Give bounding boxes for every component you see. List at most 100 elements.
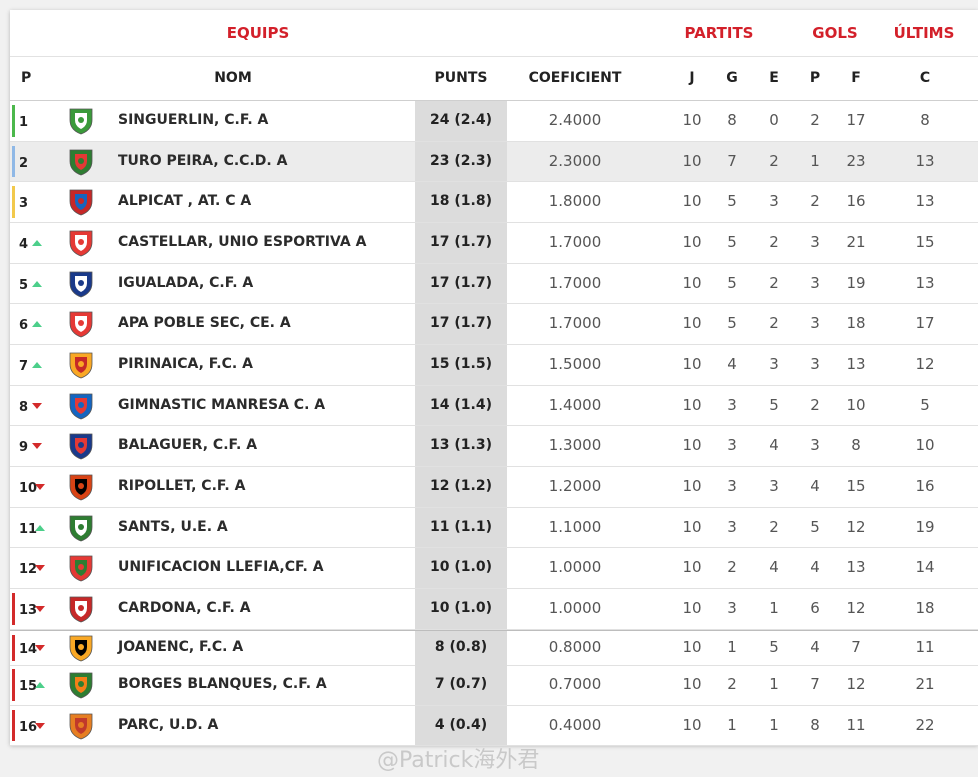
team-name[interactable]: PARC, U.D. A <box>118 717 218 733</box>
col-coefficient[interactable]: COEFICIENT <box>529 70 622 86</box>
group-gols: GOLS <box>812 24 858 42</box>
table-row[interactable]: 2 TURO PEIRA, C.C.D. A 23 (2.3) 2.3000 10 7 2 1… <box>10 142 978 182</box>
col-points[interactable]: PUNTS <box>435 70 488 86</box>
zone-indicator <box>12 186 15 218</box>
parc-crest <box>66 711 96 741</box>
points-cell: 12 (1.2) <box>415 467 507 507</box>
goals-for-value: 16 <box>846 192 866 210</box>
lost-value: 2 <box>810 192 820 210</box>
goals-for-value: 19 <box>846 274 866 292</box>
apa-poble-sec-crest <box>66 309 96 339</box>
team-name[interactable]: TURO PEIRA, C.C.D. A <box>118 153 287 169</box>
team-name[interactable]: IGUALADA, C.F. A <box>118 275 253 291</box>
table-row[interactable]: 12 UNIFICACION LLEFIA,CF. A 10 (1.0) 1.0000… <box>10 548 978 589</box>
won-value: 3 <box>727 477 737 495</box>
points-cell: 13 (1.3) <box>415 426 507 466</box>
col-won[interactable]: G <box>726 70 738 86</box>
arrow-down-icon <box>32 403 42 409</box>
col-name[interactable]: NOM <box>214 70 252 86</box>
table-row[interactable]: 1 SINGUERLIN, C.F. A 24 (2.4) 2.4000 10 8 0 2 17… <box>10 101 978 142</box>
drawn-value: 2 <box>769 233 779 251</box>
watermark: @Patrick海外君 <box>377 748 540 773</box>
team-name[interactable]: SANTS, U.E. A <box>118 519 228 535</box>
team-name[interactable]: SINGUERLIN, C.F. A <box>118 112 268 128</box>
points-value: 14 (1.4) <box>430 397 492 413</box>
points-value: 13 (1.3) <box>430 437 492 453</box>
group-partits: PARTITS <box>684 24 754 42</box>
won-value: 5 <box>727 274 737 292</box>
goals-against-value: 15 <box>915 233 935 251</box>
points-value: 15 (1.5) <box>430 356 492 372</box>
goals-against-value: 11 <box>915 638 935 656</box>
table-row[interactable]: 6 APA POBLE SEC, CE. A 17 (1.7) 1.7000 10 5 2 3… <box>10 304 978 345</box>
col-goals-for[interactable]: F <box>851 70 861 86</box>
lost-value: 3 <box>810 355 820 373</box>
col-lost[interactable]: P <box>810 70 820 86</box>
table-row[interactable]: 3 ALPICAT , AT. C A 18 (1.8) 1.8000 10 5 3 2 16 1… <box>10 182 978 223</box>
team-name[interactable]: BORGES BLANQUES, C.F. A <box>118 676 327 692</box>
played-value: 10 <box>682 274 702 292</box>
castellar-crest <box>66 228 96 258</box>
lost-value: 6 <box>810 599 820 617</box>
table-row[interactable]: 14 JOANENC, F.C. A8 (0.8) 0.8000 10 1 5 4 7 11 <box>10 630 978 666</box>
coefficient-value: 2.3000 <box>548 152 602 170</box>
team-name[interactable]: BALAGUER, C.F. A <box>118 437 257 453</box>
played-value: 10 <box>682 355 702 373</box>
table-row[interactable]: 10 RIPOLLET, C.F. A 12 (1.2) 1.2000 10 3 3 4 15 1… <box>10 467 978 508</box>
points-value: 8 (0.8) <box>434 639 488 655</box>
goals-against-value: 21 <box>915 675 935 693</box>
drawn-value: 4 <box>769 436 779 454</box>
col-position[interactable]: P <box>21 70 31 86</box>
points-value: 10 (1.0) <box>430 600 492 616</box>
coefficient-value: 1.1000 <box>548 518 602 536</box>
col-played[interactable]: J <box>689 70 694 86</box>
coefficient-value: 1.4000 <box>548 396 602 414</box>
arrow-down-icon <box>32 443 42 449</box>
goals-against-value: 13 <box>915 152 935 170</box>
arrow-down-icon <box>35 606 45 612</box>
team-name[interactable]: CASTELLAR, UNIO ESPORTIVA A <box>118 234 366 250</box>
table-row[interactable]: 8 GIMNASTIC MANRESA C. A 14 (1.4) 1.4000 10 3… <box>10 386 978 426</box>
col-drawn[interactable]: E <box>769 70 779 86</box>
won-value: 3 <box>727 518 737 536</box>
joanenc-crest <box>66 633 96 663</box>
team-name[interactable]: GIMNASTIC MANRESA C. A <box>118 397 325 413</box>
arrow-up-icon <box>32 240 42 246</box>
table-row[interactable]: 13 CARDONA, C.F. A 10 (1.0) 1.0000 10 3 1 6 12 18 <box>10 589 978 630</box>
team-name[interactable]: APA POBLE SEC, CE. A <box>118 315 291 331</box>
arrow-up-icon <box>32 321 42 327</box>
points-value: 4 (0.4) <box>434 717 488 733</box>
team-name[interactable]: CARDONA, C.F. A <box>118 600 251 616</box>
goals-for-value: 12 <box>846 518 866 536</box>
table-row[interactable]: 9 BALAGUER, C.F. A 13 (1.3) 1.3000 10 3 4 3 8 10 <box>10 426 978 467</box>
points-value: 23 (2.3) <box>430 153 492 169</box>
table-row[interactable]: 7 PIRINAICA, F.C. A 15 (1.5) 1.5000 10 4 3 3 13 1… <box>10 345 978 386</box>
table-row[interactable]: 15 BORGES BLANQUES, C.F. A7 (0.7) 0.7000 10… <box>10 665 978 706</box>
coefficient-value: 1.2000 <box>548 477 602 495</box>
position-number: 6 <box>19 318 29 333</box>
won-value: 5 <box>727 314 737 332</box>
table-row[interactable]: 5 IGUALADA, C.F. A 17 (1.7) 1.7000 10 5 2 3 19 13 <box>10 264 978 304</box>
won-value: 8 <box>727 111 737 129</box>
played-value: 10 <box>682 152 702 170</box>
goals-for-value: 12 <box>846 675 866 693</box>
col-goals-against[interactable]: C <box>920 70 930 86</box>
played-value: 10 <box>682 436 702 454</box>
team-name[interactable]: RIPOLLET, C.F. A <box>118 478 245 494</box>
team-name[interactable]: JOANENC, F.C. A <box>118 639 243 655</box>
points-cell: 11 (1.1) <box>415 508 507 547</box>
zone-indicator <box>12 635 15 661</box>
team-name[interactable]: ALPICAT , AT. C A <box>118 193 251 209</box>
table-row[interactable]: 11 SANTS, U.E. A 11 (1.1) 1.1000 10 3 2 5 12 19 <box>10 508 978 548</box>
arrow-up-icon <box>32 281 42 287</box>
table-row[interactable]: 4 CASTELLAR, UNIO ESPORTIVA A 17 (1.7) 1.70… <box>10 223 978 264</box>
lost-value: 3 <box>810 274 820 292</box>
team-name[interactable]: UNIFICACION LLEFIA,CF. A <box>118 559 324 575</box>
goals-for-value: 18 <box>846 314 866 332</box>
goals-against-value: 14 <box>915 558 935 576</box>
table-row[interactable]: 16 PARC, U.D. A4 (0.4) 0.4000 10 1 1 8 11 22 <box>10 706 978 746</box>
coefficient-value: 1.3000 <box>548 436 602 454</box>
zone-indicator <box>12 710 15 741</box>
team-name[interactable]: PIRINAICA, F.C. A <box>118 356 253 372</box>
goals-for-value: 21 <box>846 233 866 251</box>
